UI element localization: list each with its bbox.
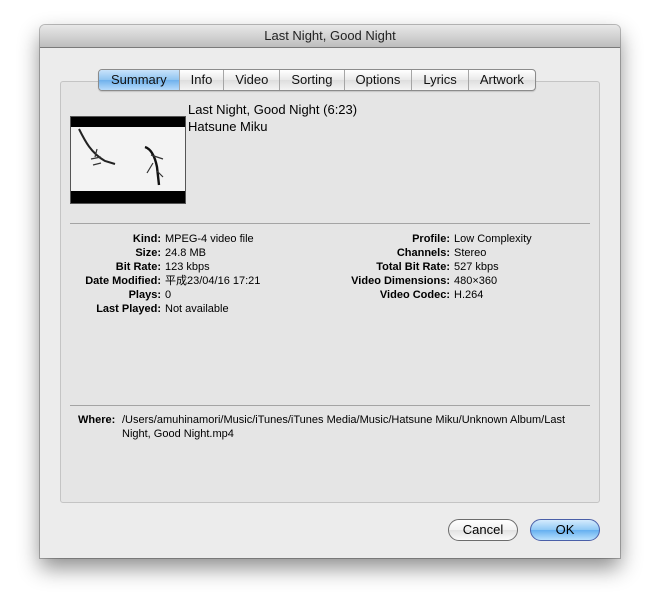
detail-value: H.264 [454,289,484,301]
tab-bar: Summary Info Video Sorting Options Lyric… [98,69,536,91]
detail-value: 527 kbps [454,261,499,273]
detail-label: Channels: [396,247,450,259]
song-title-duration: Last Night, Good Night (6:23) [188,102,358,117]
details-right: Profile: Low Complexity Channels: Stereo T… [313,232,532,302]
detail-label: Video Codec: [379,289,450,301]
divider-bottom [70,405,590,406]
detail-label: Kind: [132,233,161,245]
detail-label: Size: [135,247,161,259]
detail-row-date-modified: Date Modified: 平成23/04/16 17:21 [74,274,260,288]
detail-label: Last Played: [96,303,161,315]
detail-row-total-bit-rate: Total Bit Rate: 527 kbps [313,260,532,274]
window-title: Last Night, Good Night [40,25,620,48]
detail-label: Plays: [128,289,161,301]
detail-row-channels: Channels: Stereo [313,246,532,260]
detail-label: Total Bit Rate: [376,261,450,273]
detail-value: Low Complexity [454,233,532,245]
tab-info[interactable]: Info [178,70,224,90]
detail-row-video-codec: Video Codec: H.264 [313,288,532,302]
tab-artwork[interactable]: Artwork [467,70,535,90]
detail-label: Video Dimensions: [351,275,450,287]
koi-fish-icon [78,128,164,186]
divider-top [70,223,590,224]
tab-sorting[interactable]: Sorting [279,70,343,90]
ok-button[interactable]: OK [530,519,600,541]
where-label: Where: [78,414,116,426]
where-path: /Users/amuhinamori/Music/iTunes/iTunes M… [122,414,566,440]
detail-value: 480×360 [454,275,498,287]
detail-row-last-played: Last Played: Not available [74,302,260,316]
detail-value: Stereo [454,247,487,259]
detail-row-profile: Profile: Low Complexity [313,232,532,246]
cancel-button[interactable]: Cancel [448,519,518,541]
detail-value: 平成23/04/16 17:21 [165,275,261,287]
detail-row-size: Size: 24.8 MB [74,246,260,260]
details-left: Kind: MPEG-4 video file Size: 24.8 MB Bit … [74,232,260,316]
tab-options[interactable]: Options [343,70,412,90]
detail-value: Not available [165,303,229,315]
detail-label: Date Modified: [85,275,161,287]
song-artist: Hatsune Miku [188,119,268,134]
detail-value: 123 kbps [165,261,210,273]
thumbnail-frame [71,127,185,191]
detail-value: 0 [165,289,172,301]
detail-value: MPEG-4 video file [165,233,254,245]
file-location: Where: /Users/amuhinamori/Music/iTunes/i… [78,413,572,441]
info-dialog: Last Night, Good Night Summary Info Vide… [40,25,620,558]
tab-summary[interactable]: Summary [99,70,179,90]
detail-label: Profile: [412,233,450,245]
detail-label: Bit Rate: [115,261,161,273]
detail-value: 24.8 MB [165,247,206,259]
tab-lyrics[interactable]: Lyrics [411,70,467,90]
detail-row-video-dimensions: Video Dimensions: 480×360 [313,274,532,288]
video-thumbnail [70,116,186,204]
detail-row-kind: Kind: MPEG-4 video file [74,232,260,246]
tab-video[interactable]: Video [223,70,279,90]
detail-row-plays: Plays: 0 [74,288,260,302]
detail-row-bit-rate: Bit Rate: 123 kbps [74,260,260,274]
